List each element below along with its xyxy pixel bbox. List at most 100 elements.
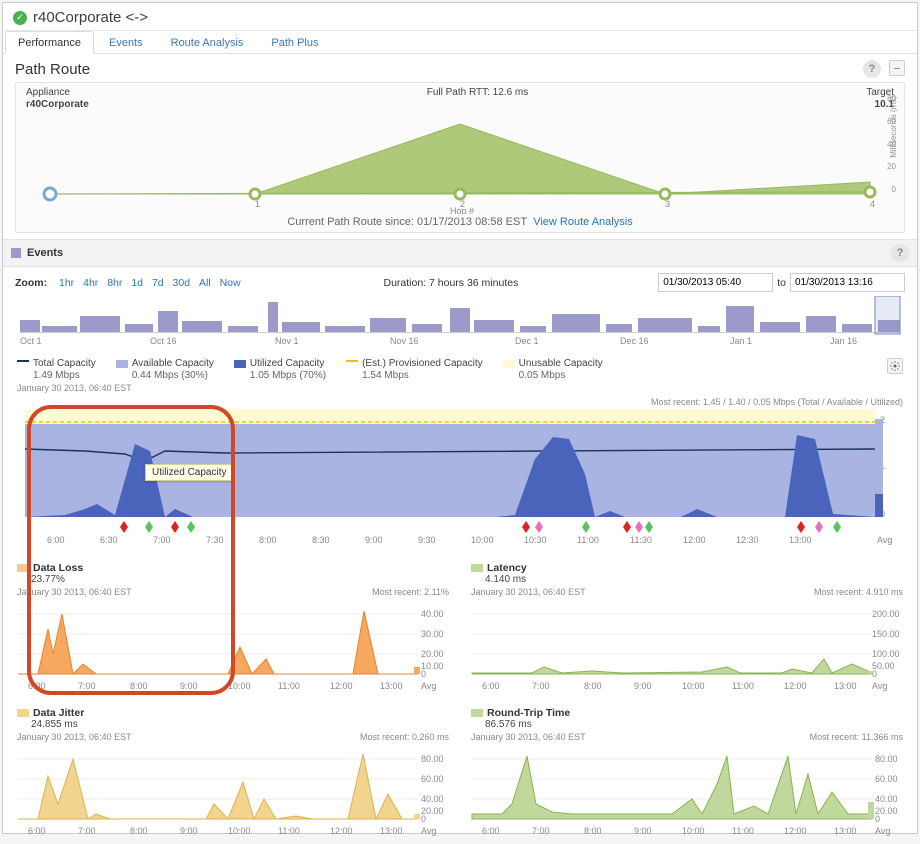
date-to-input[interactable] — [790, 273, 905, 292]
svg-text:6:30: 6:30 — [100, 535, 118, 545]
svg-text:11:00: 11:00 — [278, 826, 300, 836]
section-path-route-title: Path Route — [15, 61, 90, 78]
collapse-icon[interactable]: – — [889, 60, 905, 76]
svg-text:11:00: 11:00 — [732, 681, 754, 691]
svg-text:10:00: 10:00 — [228, 826, 251, 836]
zoom-1hr[interactable]: 1hr — [59, 277, 74, 289]
tabs: Performance Events Route Analysis Path P… — [3, 31, 917, 54]
svg-text:80.00: 80.00 — [421, 754, 444, 764]
svg-text:8:00: 8:00 — [130, 681, 148, 691]
zoom-30d[interactable]: 30d — [173, 277, 191, 289]
jitter-chart[interactable]: 6:007:008:009:0010:0011:0012:0013:00 80.… — [17, 744, 449, 844]
zoom-4hr[interactable]: 4hr — [83, 277, 98, 289]
zoom-now[interactable]: Now — [220, 277, 241, 289]
leg-unus-val: 0.05 Mbps — [503, 370, 603, 381]
tab-performance[interactable]: Performance — [5, 31, 94, 54]
svg-text:7:00: 7:00 — [153, 535, 171, 545]
jitter-recent: Most recent: 0.260 ms — [360, 732, 449, 742]
latency-chart[interactable]: 6:007:008:009:0010:0011:0012:0013:00 200… — [471, 599, 903, 699]
svg-text:13:00: 13:00 — [380, 826, 403, 836]
leg-total-cap: Total Capacity — [33, 358, 96, 369]
zoom-all[interactable]: All — [199, 277, 211, 289]
jitter-value: 24.855 ms — [17, 719, 449, 730]
leg-util-cap: Utilized Capacity — [250, 358, 324, 369]
svg-text:Jan 16: Jan 16 — [830, 336, 857, 346]
svg-text:0: 0 — [421, 814, 426, 824]
svg-text:Dec 1: Dec 1 — [515, 336, 539, 346]
svg-text:40.00: 40.00 — [421, 609, 444, 619]
svg-text:Oct 1: Oct 1 — [20, 336, 42, 346]
svg-text:10:00: 10:00 — [228, 681, 251, 691]
svg-text:8:00: 8:00 — [584, 681, 602, 691]
tab-events[interactable]: Events — [96, 31, 156, 54]
zoom-1d[interactable]: 1d — [131, 277, 143, 289]
capacity-chart[interactable]: 6:006:307:007:30 8:008:309:009:30 10:001… — [17, 409, 903, 554]
svg-text:8:00: 8:00 — [130, 826, 148, 836]
svg-text:40.00: 40.00 — [421, 794, 444, 804]
events-swatch — [11, 248, 21, 258]
svg-text:8:30: 8:30 — [312, 535, 330, 545]
svg-text:6:00: 6:00 — [482, 826, 500, 836]
svg-text:9:30: 9:30 — [418, 535, 436, 545]
zoom-7d[interactable]: 7d — [152, 277, 164, 289]
svg-text:6:00: 6:00 — [47, 535, 65, 545]
jitter-ts: January 30 2013, 06:40 EST — [17, 732, 132, 742]
hover-tooltip: Utilized Capacity — [145, 464, 233, 481]
svg-text:12:00: 12:00 — [330, 826, 353, 836]
rtt-recent: Most recent: 11.366 ms — [810, 732, 903, 742]
svg-text:12:00: 12:00 — [784, 681, 807, 691]
svg-text:13:00: 13:00 — [834, 826, 857, 836]
leg-avail-cap: Available Capacity — [132, 358, 214, 369]
svg-text:Nov 16: Nov 16 — [390, 336, 419, 346]
status-ok-icon: ✓ — [13, 11, 27, 25]
capacity-settings-icon[interactable] — [887, 358, 903, 374]
view-route-analysis-link[interactable]: View Route Analysis — [533, 216, 632, 228]
svg-text:0: 0 — [875, 814, 880, 824]
svg-text:3: 3 — [665, 199, 670, 209]
svg-text:10:00: 10:00 — [471, 535, 494, 545]
tab-path-plus[interactable]: Path Plus — [258, 31, 331, 54]
capacity-recent: Most recent: 1.45 / 1.40 / 0.05 Mbps (To… — [3, 395, 917, 409]
svg-text:8:00: 8:00 — [584, 826, 602, 836]
date-to-sep: to — [777, 277, 786, 289]
help-icon[interactable]: ? — [863, 60, 881, 78]
svg-text:7:00: 7:00 — [78, 826, 96, 836]
leg-unus-cap: Unusable Capacity — [519, 358, 603, 369]
svg-text:11:00: 11:00 — [577, 535, 599, 545]
svg-text:12:00: 12:00 — [683, 535, 706, 545]
capacity-timestamp: January 30 2013, 06:40 EST — [3, 381, 917, 395]
zoom-8hr[interactable]: 8hr — [107, 277, 122, 289]
zoom-label: Zoom: — [15, 277, 47, 289]
svg-text:1: 1 — [255, 199, 260, 209]
events-label: Events — [27, 247, 63, 259]
svg-text:9:00: 9:00 — [365, 535, 383, 545]
svg-text:13:00: 13:00 — [789, 535, 812, 545]
svg-text:9:00: 9:00 — [180, 826, 198, 836]
leg-util-val: 1.05 Mbps (70%) — [234, 370, 326, 381]
svg-text:7:30: 7:30 — [206, 535, 224, 545]
svg-text:20.00: 20.00 — [421, 649, 444, 659]
svg-text:30.00: 30.00 — [421, 629, 444, 639]
svg-text:12:00: 12:00 — [784, 826, 807, 836]
svg-text:10:30: 10:30 — [524, 535, 547, 545]
events-help-icon[interactable]: ? — [891, 244, 909, 262]
tab-route-analysis[interactable]: Route Analysis — [158, 31, 257, 54]
overview-chart[interactable]: Oct 1Oct 16Nov 1 Nov 16Dec 1Dec 16 Jan 1… — [17, 296, 903, 352]
duration-label: Duration: 7 hours 36 minutes — [384, 277, 519, 289]
svg-text:10:00: 10:00 — [682, 826, 705, 836]
svg-text:60.00: 60.00 — [421, 774, 444, 784]
svg-text:10:00: 10:00 — [682, 681, 705, 691]
svg-text:40.00: 40.00 — [875, 794, 898, 804]
route-since-label: Current Path Route since: 01/17/2013 08:… — [287, 216, 527, 228]
svg-text:Avg: Avg — [875, 826, 890, 836]
svg-text:100.00: 100.00 — [872, 649, 900, 659]
svg-text:6:00: 6:00 — [28, 681, 46, 691]
rtt-value: 86.576 ms — [471, 719, 903, 730]
latency-value: 4.140 ms — [471, 574, 903, 585]
rtt-chart[interactable]: 6:007:008:009:0010:0011:0012:0013:00 80.… — [471, 744, 903, 844]
date-from-input[interactable] — [658, 273, 773, 292]
rtt-title: Round-Trip Time — [487, 707, 570, 719]
dataloss-chart[interactable]: 6:007:008:009:0010:0011:0012:0013:00 40.… — [17, 599, 449, 699]
svg-text:9:00: 9:00 — [634, 826, 652, 836]
svg-text:150.00: 150.00 — [872, 629, 900, 639]
